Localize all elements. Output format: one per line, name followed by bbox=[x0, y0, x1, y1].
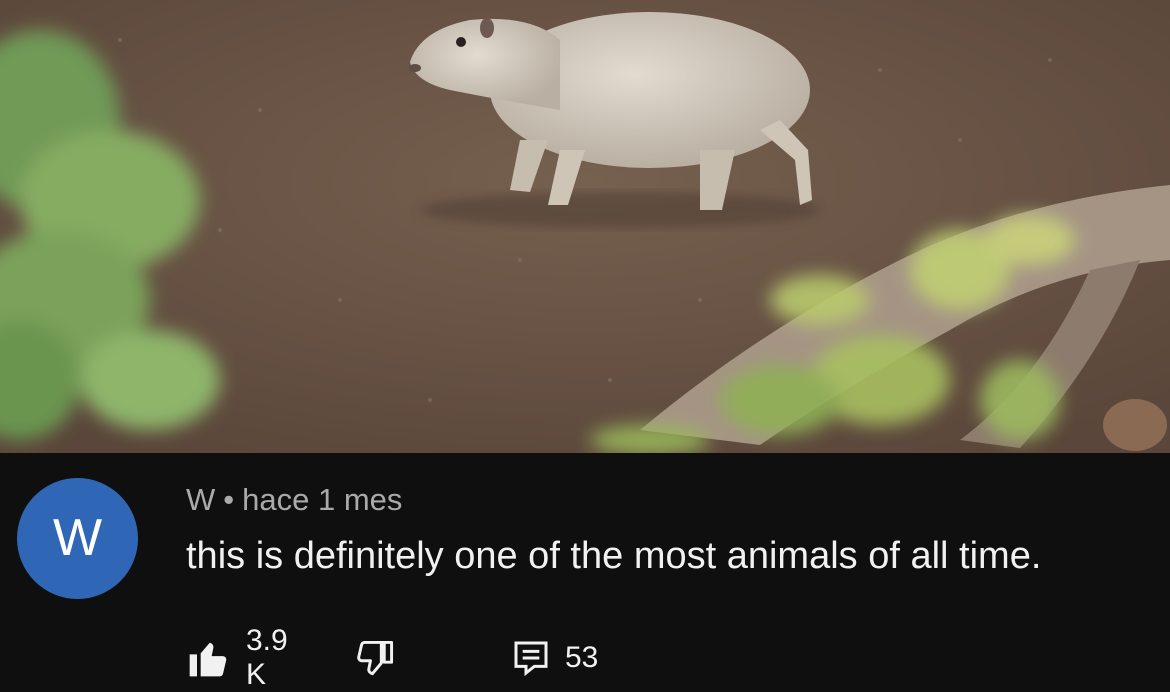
photo-illustration bbox=[0, 0, 1170, 453]
like-count: 3.9 K bbox=[246, 624, 288, 691]
comment-timestamp[interactable]: hace 1 mes bbox=[242, 482, 402, 517]
comment-meta: W • hace 1 mes bbox=[186, 482, 402, 518]
thumbs-down-icon[interactable] bbox=[354, 636, 398, 680]
capybara-photo bbox=[0, 0, 1170, 453]
avatar[interactable]: W bbox=[17, 478, 138, 599]
thumbs-up-icon[interactable] bbox=[186, 636, 230, 680]
meta-separator: • bbox=[223, 482, 235, 517]
reply-count: 53 bbox=[565, 641, 599, 674]
comment-text: this is definitely one of the most anima… bbox=[186, 535, 1042, 577]
comment-icon[interactable] bbox=[511, 636, 551, 680]
comment-author[interactable]: W bbox=[186, 482, 215, 517]
